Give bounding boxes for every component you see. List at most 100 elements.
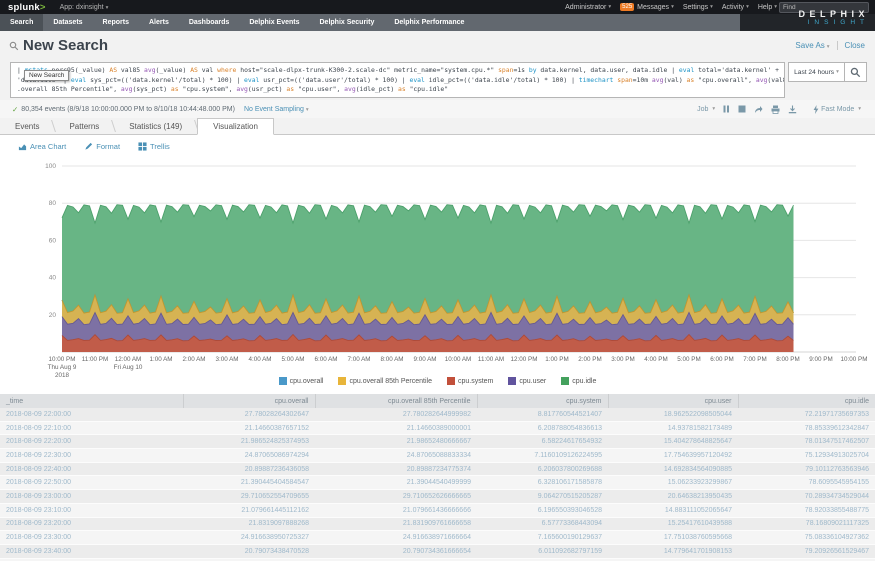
table-row[interactable]: 2018-08-09 22:40:0020.8988723643605820.8… — [0, 462, 875, 476]
cell-value[interactable]: 14.93781582173489 — [608, 421, 738, 435]
cell-value[interactable]: 14.883111052065647 — [608, 503, 738, 517]
legend-item-cpu-overall[interactable]: cpu.overall — [279, 377, 324, 385]
table-row[interactable]: 2018-08-09 22:50:0021.39044540458454721.… — [0, 476, 875, 490]
legend-item-cpu-user[interactable]: cpu.user — [508, 377, 546, 385]
legend-item-cpu-system[interactable]: cpu.system — [447, 377, 493, 385]
nav-item-reports[interactable]: Reports — [93, 14, 139, 31]
cell-value[interactable]: 7.165600190129637 — [477, 531, 608, 545]
topbar-menu-help[interactable]: Help▾ — [758, 4, 777, 11]
cell-value[interactable]: 17.754639957120492 — [608, 449, 738, 463]
tab-visualization[interactable]: Visualization — [197, 118, 274, 135]
column-header-cpu-user[interactable]: cpu.user — [608, 394, 738, 408]
nav-item-delphix-events[interactable]: Delphix Events — [239, 14, 309, 31]
cell-time[interactable]: 2018-08-09 23:30:00 — [0, 531, 183, 545]
pause-button[interactable] — [723, 105, 730, 113]
cell-value[interactable]: 6.196550393046528 — [477, 503, 608, 517]
nav-item-dashboards[interactable]: Dashboards — [179, 14, 239, 31]
cell-value[interactable]: 17.751038760595668 — [608, 531, 738, 545]
cell-value[interactable]: 78.16809021117325 — [738, 517, 875, 531]
cell-value[interactable]: 20.790734361666654 — [315, 544, 477, 558]
cell-value[interactable]: 6.206037800269688 — [477, 462, 608, 476]
nav-item-delphix-security[interactable]: Delphix Security — [310, 14, 385, 31]
cell-value[interactable]: 21.831909761666658 — [315, 517, 477, 531]
trellis-button[interactable]: Trellis — [138, 142, 170, 151]
table-row[interactable]: 2018-08-09 22:20:0021.98652482537495321.… — [0, 435, 875, 449]
search-query-input[interactable]: | mstats perc95(_value) AS val85 avg(_va… — [10, 62, 785, 98]
cell-value[interactable]: 18.962522098505044 — [608, 408, 738, 421]
chart-type-button[interactable]: Area Chart — [18, 142, 66, 151]
cell-value[interactable]: 72.21971735697353 — [738, 408, 875, 421]
cell-value[interactable]: 20.64638213950435 — [608, 490, 738, 504]
job-menu[interactable]: Job▾ — [697, 106, 715, 113]
cell-value[interactable]: 24.87065088833334 — [315, 449, 477, 463]
stop-button[interactable] — [738, 105, 746, 113]
nav-item-alerts[interactable]: Alerts — [139, 14, 179, 31]
cell-value[interactable]: 15.06233923299867 — [608, 476, 738, 490]
tab-patterns[interactable]: Patterns — [54, 118, 114, 134]
nav-item-datasets[interactable]: Datasets — [43, 14, 92, 31]
cell-value[interactable]: 6.328106171585878 — [477, 476, 608, 490]
cell-value[interactable]: 21.390445404584547 — [183, 476, 315, 490]
cell-value[interactable]: 6.58224617654932 — [477, 435, 608, 449]
column-header-cpu-idle[interactable]: cpu.idle — [738, 394, 875, 408]
save-as-button[interactable]: Save As▾ — [795, 41, 829, 50]
cell-value[interactable]: 21.39044540499999 — [315, 476, 477, 490]
topbar-menu-administrator[interactable]: Administrator▾ — [565, 4, 611, 11]
cell-value[interactable]: 21.14660389000001 — [315, 421, 477, 435]
cell-time[interactable]: 2018-08-09 23:00:00 — [0, 490, 183, 504]
cell-time[interactable]: 2018-08-09 22:30:00 — [0, 449, 183, 463]
cell-value[interactable]: 29.710652554709655 — [183, 490, 315, 504]
table-row[interactable]: 2018-08-09 22:00:0027.7802826430264727.7… — [0, 408, 875, 421]
cell-time[interactable]: 2018-08-09 22:50:00 — [0, 476, 183, 490]
cell-value[interactable]: 14.692834564090885 — [608, 462, 738, 476]
cell-value[interactable]: 21.079661436666666 — [315, 503, 477, 517]
nav-item-search[interactable]: Search — [0, 14, 43, 31]
legend-item-cpu-idle[interactable]: cpu.idle — [561, 377, 596, 385]
cell-value[interactable]: 79.20926561529467 — [738, 544, 875, 558]
table-row[interactable]: 2018-08-09 22:10:0021.1466038765715221.1… — [0, 421, 875, 435]
cell-value[interactable]: 24.916638950725327 — [183, 531, 315, 545]
share-button[interactable] — [754, 105, 763, 114]
cell-value[interactable]: 20.89887236436058 — [183, 462, 315, 476]
legend-item-cpu-overall-85th-percentile[interactable]: cpu.overall 85th Percentile — [338, 377, 432, 385]
cell-time[interactable]: 2018-08-09 23:20:00 — [0, 517, 183, 531]
table-row[interactable]: 2018-08-09 23:00:0029.71065255470965529.… — [0, 490, 875, 504]
export-button[interactable] — [788, 105, 797, 114]
tab-events[interactable]: Events — [0, 118, 54, 134]
cell-value[interactable]: 21.14660387657152 — [183, 421, 315, 435]
cell-value[interactable]: 29.710652626666665 — [315, 490, 477, 504]
format-button[interactable]: Format — [84, 142, 120, 151]
column-header-time[interactable]: _time — [0, 394, 183, 408]
cell-value[interactable]: 6.208788054836613 — [477, 421, 608, 435]
cell-value[interactable]: 78.6095545954155 — [738, 476, 875, 490]
cell-value[interactable]: 8.817760544521407 — [477, 408, 608, 421]
tab-statistics-149[interactable]: Statistics (149) — [114, 118, 197, 134]
cell-value[interactable]: 78.01347517462507 — [738, 435, 875, 449]
cell-time[interactable]: 2018-08-09 23:10:00 — [0, 503, 183, 517]
table-row[interactable]: 2018-08-09 23:30:0024.91663895072532724.… — [0, 531, 875, 545]
event-sampling-menu[interactable]: No Event Sampling▾ — [244, 106, 309, 113]
cell-value[interactable]: 21.98652480666667 — [315, 435, 477, 449]
cell-value[interactable]: 9.064270515205287 — [477, 490, 608, 504]
splunk-logo[interactable]: splunk> — [8, 2, 46, 13]
cell-value[interactable]: 78.85339612342847 — [738, 421, 875, 435]
column-header-cpu-overall-85th-percentile[interactable]: cpu.overall 85th Percentile — [315, 394, 477, 408]
column-header-cpu-overall[interactable]: cpu.overall — [183, 394, 315, 408]
cell-value[interactable]: 14.779641701908153 — [608, 544, 738, 558]
cell-time[interactable]: 2018-08-09 22:10:00 — [0, 421, 183, 435]
cell-value[interactable]: 20.89887234775374 — [315, 462, 477, 476]
nav-item-delphix-performance[interactable]: Delphix Performance — [384, 14, 474, 31]
column-header-cpu-system[interactable]: cpu.system — [477, 394, 608, 408]
topbar-menu-settings[interactable]: Settings▾ — [683, 4, 713, 11]
cell-value[interactable]: 79.10112763563946 — [738, 462, 875, 476]
table-row[interactable]: 2018-08-09 23:40:0020.7907343847052820.7… — [0, 544, 875, 558]
search-mode-menu[interactable]: Fast Mode▾ — [813, 105, 861, 114]
cell-value[interactable]: 15.25417610439588 — [608, 517, 738, 531]
cell-value[interactable]: 24.87065086974294 — [183, 449, 315, 463]
close-button[interactable]: Close — [845, 41, 865, 50]
search-submit-button[interactable] — [844, 62, 867, 82]
topbar-menu-activity[interactable]: Activity▾ — [722, 4, 749, 11]
cell-value[interactable]: 6.57773368443094 — [477, 517, 608, 531]
cell-value[interactable]: 6.011092682797159 — [477, 544, 608, 558]
chart-plot-area[interactable]: 20406080100 — [0, 158, 875, 355]
